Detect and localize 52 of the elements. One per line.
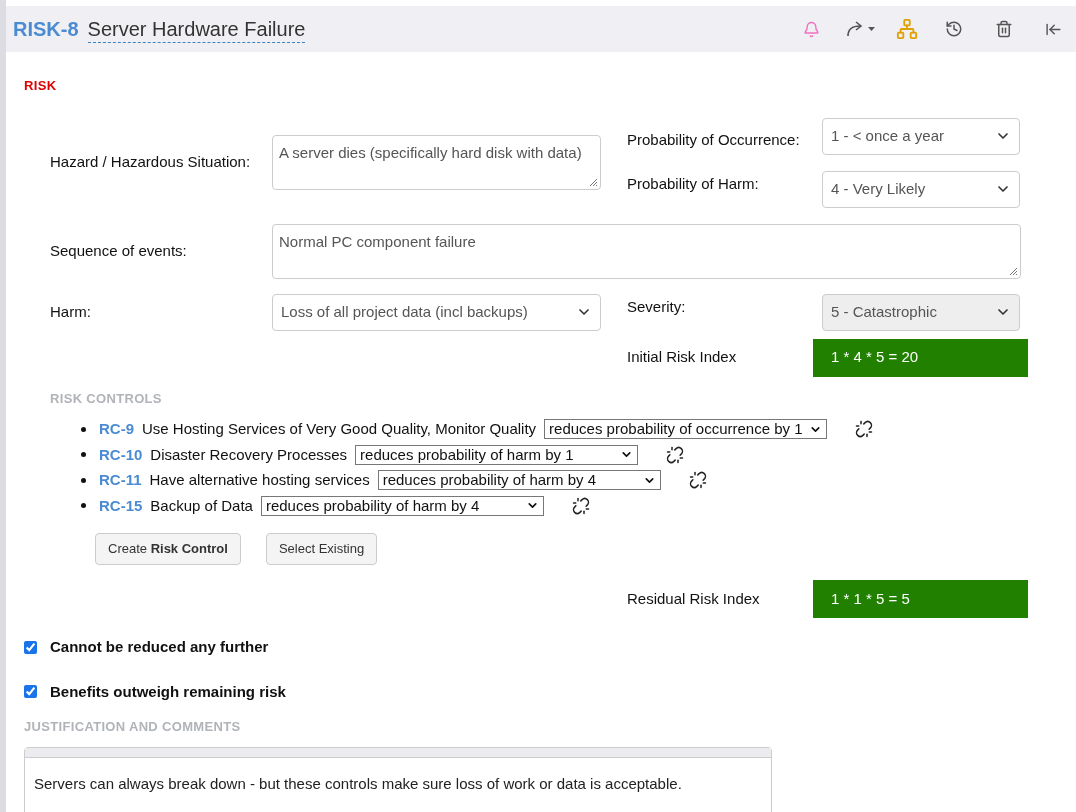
field-label: Severity: [627, 296, 687, 317]
risk-index-label: Residual Risk Index [627, 588, 761, 609]
action-button[interactable]: Select Existing [265, 533, 378, 565]
section-title: RISK [24, 77, 58, 95]
checkbox[interactable] [24, 685, 37, 699]
item-id: RISK-8 [13, 17, 79, 42]
field-label: Hazard / Hazardous Situation: [50, 151, 252, 172]
bullet-icon [81, 426, 86, 432]
bullet-icon [81, 477, 86, 483]
unlink-icon[interactable] [855, 420, 874, 439]
delete-icon[interactable] [995, 20, 1013, 38]
bullet-icon [81, 503, 86, 509]
section-title: RISK CONTROLS [50, 389, 163, 408]
risk-control-name: Have alternative hosting services [149, 470, 370, 490]
harm-select[interactable]: Loss of all project data (incl backups) [272, 293, 601, 331]
field-label: Sequence of events: [50, 240, 188, 261]
effect-select[interactable]: reduces probability of occurrence by 1 [544, 419, 828, 440]
unlink-icon[interactable] [688, 471, 707, 490]
effect-select[interactable]: reduces probability of harm by 4 [260, 495, 544, 516]
risk-control-name: Use Hosting Services of Very Good Quality, Monitor Quality [142, 419, 537, 439]
history-icon[interactable] [945, 20, 963, 38]
risk-index-label: Initial Risk Index [627, 347, 738, 368]
unlink-icon[interactable] [666, 445, 685, 464]
sequence-field[interactable]: Normal PC component failure [272, 223, 1021, 279]
bullet-icon [81, 452, 86, 458]
field-label: Probability of Occurrence: [627, 129, 801, 150]
harm-probability-select[interactable]: 4 - Very Likely [822, 170, 1020, 208]
comment-editor[interactable]: Servers can always break down - but these controls make sure loss of work or data is acceptable. [24, 746, 772, 812]
hazard-field[interactable]: A server dies (specifically hard disk with data) [272, 134, 601, 190]
item-title[interactable]: Server Hardware Failure [87, 15, 306, 43]
resize-handle-icon[interactable] [1009, 266, 1017, 275]
risk-control-link[interactable]: RC-9 [99, 418, 134, 441]
unlink-icon[interactable] [571, 496, 590, 515]
risk-control-link[interactable]: RC-15 [99, 494, 143, 517]
risk-control-name: Backup of Data [150, 495, 253, 516]
share-icon[interactable] [846, 19, 876, 39]
checkbox-label: Cannot be reduced any further [50, 637, 269, 657]
effect-select[interactable]: reduces probability of harm by 1 [355, 444, 639, 465]
checkbox[interactable] [24, 640, 37, 654]
occurrence-select[interactable]: 1 - < once a year [822, 117, 1020, 155]
effect-select[interactable]: reduces probability of harm by 4 [377, 470, 661, 491]
risk-control-name: Disaster Recovery Processes [150, 444, 348, 465]
action-button[interactable]: Create Risk Control [95, 533, 241, 565]
resize-handle-icon[interactable] [589, 177, 597, 186]
risk-control-link[interactable]: RC-10 [99, 443, 143, 466]
field-label: Harm: [50, 301, 92, 322]
risk-index-value: 1 * 4 * 5 = 20 [813, 338, 1028, 377]
risk-index-value: 1 * 1 * 5 = 5 [813, 580, 1028, 618]
section-title: JUSTIFICATION AND COMMENTS [24, 718, 242, 736]
risk-control-link[interactable]: RC-11 [99, 469, 142, 492]
checkbox-label: Benefits outweigh remaining risk [50, 681, 286, 702]
field-label: Probability of Harm: [627, 173, 760, 194]
